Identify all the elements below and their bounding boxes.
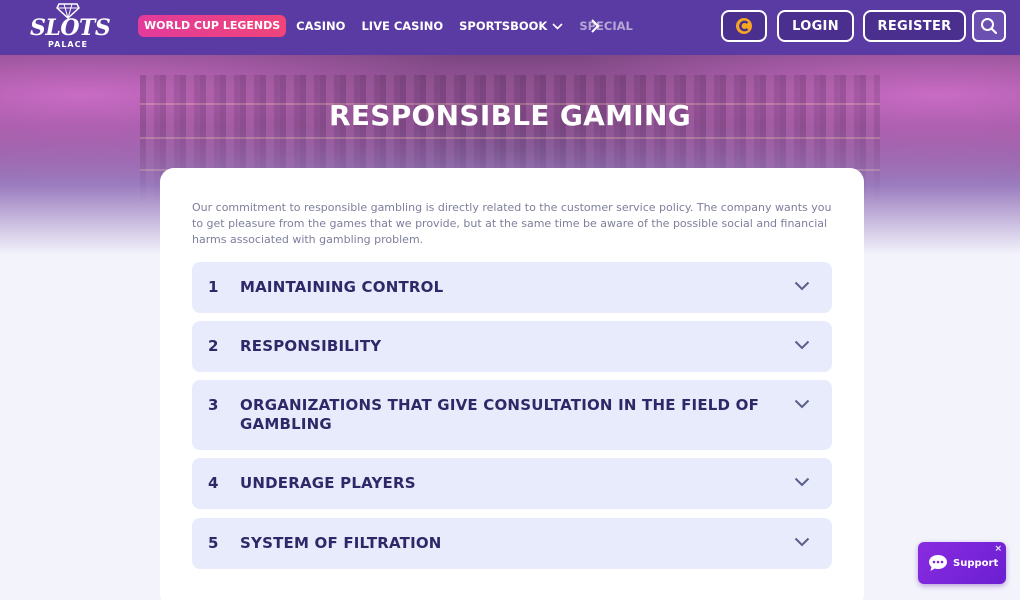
accordion-title: ORGANIZATIONS THAT GIVE CONSULTATION IN … — [240, 396, 760, 433]
accordion-item-organizations[interactable]: 3 ORGANIZATIONS THAT GIVE CONSULTATION I… — [192, 380, 832, 450]
nav-link-live-casino[interactable]: LIVE CASINO — [361, 19, 443, 33]
register-button[interactable]: REGISTER — [863, 10, 966, 42]
accordion-title: SYSTEM OF FILTRATION — [240, 534, 442, 552]
shelf-divider — [140, 137, 880, 139]
chevron-down-icon — [552, 22, 563, 30]
accordion-number: 4 — [208, 474, 219, 492]
chevron-down-icon — [794, 477, 810, 487]
currency-button[interactable] — [721, 10, 767, 42]
login-button[interactable]: LOGIN — [777, 10, 854, 42]
chevron-right-icon[interactable] — [589, 17, 601, 35]
accordion-item-responsibility[interactable]: 2 RESPONSIBILITY — [192, 321, 832, 372]
accordion-number: 5 — [208, 534, 219, 552]
main-nav: WORLD CUP LEGENDS CASINO LIVE CASINO SPO… — [138, 14, 643, 38]
support-label: Support — [953, 557, 999, 569]
intro-paragraph: Our commitment to responsible gambling i… — [192, 201, 832, 246]
accordion-number: 3 — [208, 396, 219, 414]
support-close-icon[interactable]: × — [994, 544, 1002, 554]
support-button[interactable]: Support × — [918, 542, 1006, 584]
accordion-title: MAINTAINING CONTROL — [240, 278, 444, 296]
nav-link-casino[interactable]: CASINO — [296, 19, 345, 33]
accordion-title: RESPONSIBILITY — [240, 337, 382, 355]
site-logo[interactable]: SLOTS PALACE — [30, 3, 111, 49]
logo-brand: SLOTS — [30, 15, 111, 41]
chevron-down-icon — [794, 537, 810, 547]
accordion-item-system-of-filtration[interactable]: 5 SYSTEM OF FILTRATION — [192, 518, 832, 569]
nav-link-special[interactable]: SPECIAL — [579, 19, 633, 33]
accordion-title: UNDERAGE PLAYERS — [240, 474, 416, 492]
nav-link-sportsbook-label: SPORTSBOOK — [459, 19, 548, 33]
content-card: Our commitment to responsible gambling i… — [160, 168, 864, 600]
accordion-number: 1 — [208, 278, 219, 296]
logo-subtitle: PALACE — [48, 40, 88, 49]
site-header: SLOTS PALACE WORLD CUP LEGENDS CASINO LI… — [0, 0, 1020, 55]
chevron-down-icon — [794, 340, 810, 350]
chevron-down-icon — [794, 281, 810, 291]
accordion-item-maintaining-control[interactable]: 1 MAINTAINING CONTROL — [192, 262, 832, 313]
page-title: RESPONSIBLE GAMING — [328, 99, 691, 132]
accordion-item-underage-players[interactable]: 4 UNDERAGE PLAYERS — [192, 458, 832, 509]
nav-promo-pill[interactable]: WORLD CUP LEGENDS — [138, 15, 287, 37]
coin-icon — [736, 18, 752, 34]
search-icon — [981, 18, 998, 35]
nav-link-sportsbook[interactable]: SPORTSBOOK — [459, 19, 563, 33]
search-button[interactable] — [972, 10, 1006, 42]
accordion-number: 2 — [208, 337, 219, 355]
chevron-down-icon — [794, 399, 810, 409]
chat-bubble-icon — [929, 555, 947, 571]
